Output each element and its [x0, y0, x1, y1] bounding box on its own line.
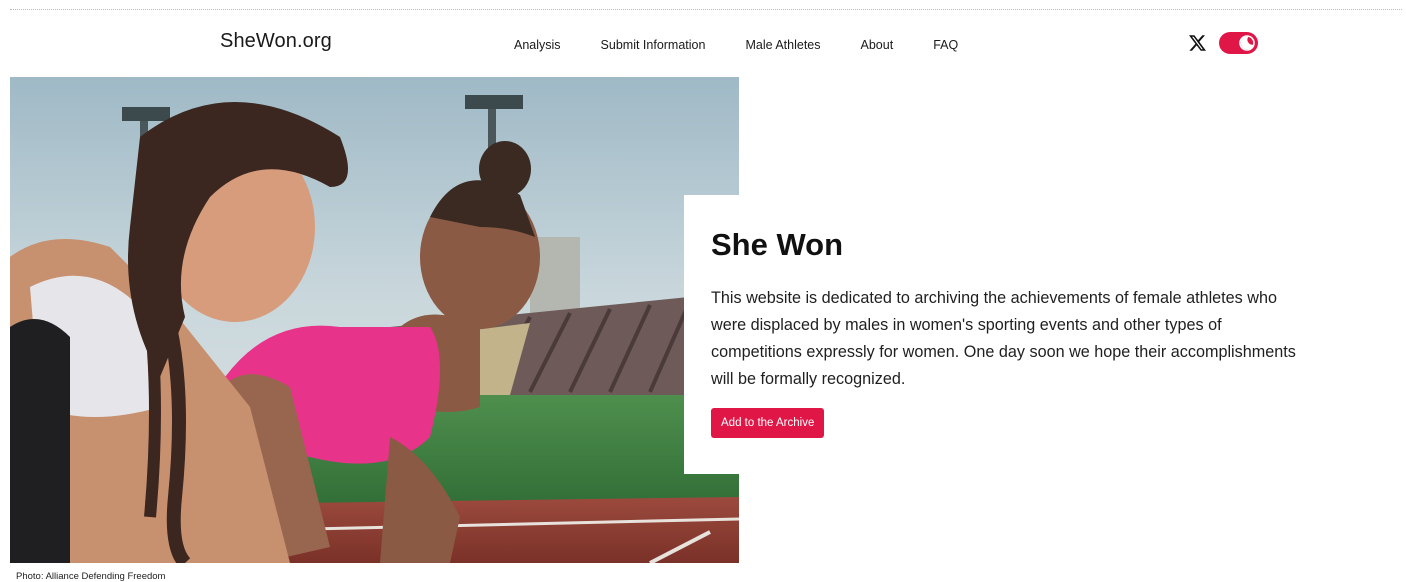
nav-item-submit-information: Submit Information	[601, 36, 706, 54]
top-divider	[10, 9, 1402, 10]
moon-icon	[1239, 35, 1255, 51]
photo-credit: Photo: Alliance Defending Freedom	[16, 571, 166, 582]
main-nav: Analysis Submit Information Male Athlete…	[514, 36, 958, 54]
nav-link-male-athletes[interactable]: Male Athletes	[745, 38, 820, 52]
toggle-knob	[1239, 35, 1255, 51]
x-social-link[interactable]	[1187, 33, 1207, 53]
nav-item-male-athletes: Male Athletes	[745, 36, 820, 54]
hero-photo	[10, 77, 739, 563]
site-logo[interactable]: SheWon.org	[220, 30, 332, 53]
page-title: She Won	[711, 227, 844, 262]
nav-item-about: About	[861, 36, 894, 54]
site-header: SheWon.org Analysis Submit Information M…	[0, 18, 1406, 68]
intro-text: This website is dedicated to archiving t…	[711, 289, 1296, 388]
nav-link-submit-information[interactable]: Submit Information	[601, 38, 706, 52]
nav-item-faq: FAQ	[933, 36, 958, 54]
nav-link-faq[interactable]: FAQ	[933, 38, 958, 52]
athletes-photo	[10, 77, 739, 563]
x-logo-icon	[1188, 35, 1206, 51]
nav-link-analysis[interactable]: Analysis	[514, 38, 561, 52]
theme-toggle[interactable]	[1219, 32, 1258, 54]
nav-item-analysis: Analysis	[514, 36, 561, 54]
intro-card: She Won This website is dedicated to arc…	[684, 195, 1324, 474]
nav-link-about[interactable]: About	[861, 38, 894, 52]
add-to-archive-button[interactable]: Add to the Archive	[711, 408, 825, 438]
